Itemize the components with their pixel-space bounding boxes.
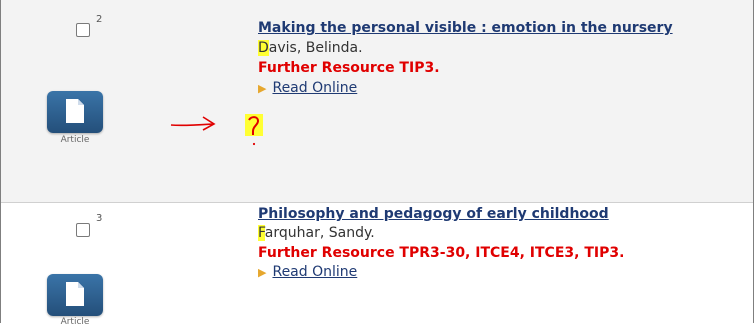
question-mark-annotation [245, 114, 263, 146]
record-author: Farquhar, Sandy. [258, 225, 375, 241]
arrow-annotation-icon [170, 116, 216, 131]
document-icon[interactable] [47, 91, 103, 133]
record-author: Davis, Belinda. [258, 40, 363, 56]
read-online-label: Read Online [272, 80, 358, 96]
read-online-link[interactable]: ▶ Read Online [258, 264, 357, 280]
highlighted-initial: D [258, 40, 269, 56]
record-number: 2 [96, 14, 103, 25]
author-name-rest: avis, Belinda. [268, 40, 363, 56]
read-online-link[interactable]: ▶ Read Online [258, 80, 357, 96]
highlighted-initial: F [258, 225, 265, 241]
further-resource: Further Resource TIP3. [258, 60, 440, 76]
record-title-link[interactable]: Making the personal visible : emotion in… [258, 20, 673, 36]
document-icon[interactable] [47, 274, 103, 316]
result-record: 2 Article Making the personal visible : … [1, 0, 753, 203]
format-label: Article [60, 135, 90, 145]
result-record: 3 Article Philosophy and pedagogy of ear… [1, 203, 753, 327]
record-title-link[interactable]: Philosophy and pedagogy of early childho… [258, 206, 609, 222]
author-name-rest: arquhar, Sandy. [264, 225, 375, 241]
select-checkbox[interactable] [76, 23, 90, 37]
question-mark-icon [248, 116, 260, 146]
triangle-bullet-icon: ▶ [258, 82, 267, 95]
select-checkbox[interactable] [76, 223, 90, 237]
record-number: 3 [96, 213, 103, 224]
further-resource: Further Resource TPR3-30, ITCE4, ITCE3, … [258, 245, 625, 261]
triangle-bullet-icon: ▶ [258, 266, 267, 279]
format-label: Article [60, 317, 90, 327]
read-online-label: Read Online [272, 264, 358, 280]
